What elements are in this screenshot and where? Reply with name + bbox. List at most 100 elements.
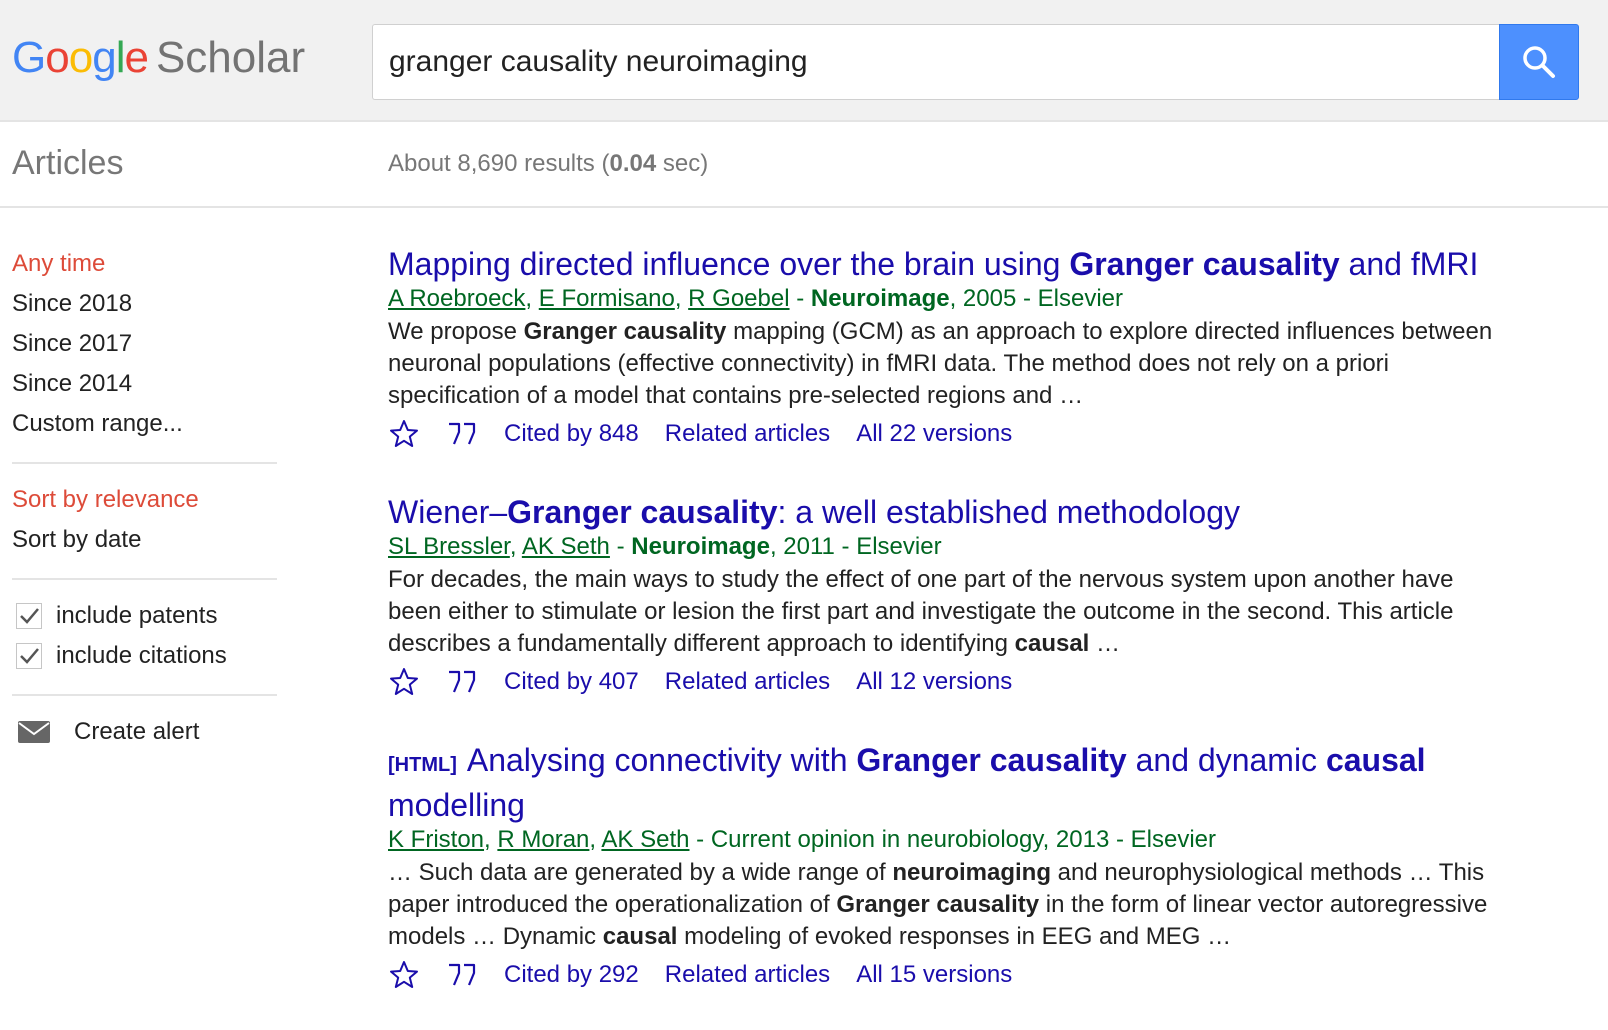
star-icon (390, 420, 418, 447)
author-link[interactable]: R Goebel (688, 285, 789, 312)
author-link[interactable]: K Friston (388, 826, 484, 853)
author-link[interactable]: AK Seth (601, 826, 689, 853)
year-publisher: , 2013 - Elsevier (1042, 826, 1217, 853)
author-link[interactable]: R Moran (497, 826, 589, 853)
google-scholar-logo[interactable]: Google Scholar (12, 30, 305, 86)
logo-scholar-text: Scholar (155, 33, 306, 82)
related-articles-link[interactable]: Related articles (665, 961, 830, 989)
logo-letter: o (68, 33, 94, 82)
stats-suffix: sec) (656, 150, 709, 177)
result-meta: A Roebroeck, E Formisano, R Goebel - Neu… (388, 284, 1558, 314)
include-citations-checkbox[interactable] (16, 643, 42, 669)
cite-button[interactable] (446, 666, 478, 698)
result-meta: SL Bressler, AK Seth - Neuroimage, 2011 … (388, 532, 1558, 562)
star-icon (390, 668, 418, 695)
divider (12, 578, 277, 580)
snippet-fragment: For decades, the main ways to study the … (388, 566, 1454, 657)
result-actions: Cited by 292 Related articles All 15 versi… (388, 955, 1558, 995)
result-title[interactable]: [HTML] Analysing connectivity with Grange… (388, 740, 1558, 825)
author-link[interactable]: A Roebroeck (388, 285, 525, 312)
snippet-fragment: We propose (388, 318, 524, 345)
source-separator: - (689, 826, 711, 853)
source-separator: - (789, 285, 811, 312)
include-citations-toggle[interactable]: include citations (12, 636, 277, 676)
snippet-fragment: Granger causality (836, 891, 1040, 918)
result-snippet: For decades, the main ways to study the … (388, 564, 1498, 660)
sort-option-0[interactable]: Sort by relevance (12, 480, 277, 520)
quote-icon (449, 963, 476, 986)
divider (12, 462, 277, 464)
author-link[interactable]: E Formisano (539, 285, 675, 312)
time-filter-4[interactable]: Custom range... (12, 404, 277, 444)
source-separator: - (609, 533, 632, 560)
result-actions: Cited by 848 Related articles All 22 versi… (388, 414, 1558, 454)
search-icon (1523, 46, 1555, 78)
create-alert-button[interactable]: Create alert (12, 712, 277, 752)
sort-options: Sort by relevance Sort by date (12, 480, 277, 560)
checkmark-icon (20, 608, 39, 624)
save-button[interactable] (388, 666, 420, 698)
snippet-fragment: causal (602, 923, 678, 950)
author-separator: , (589, 826, 602, 853)
year-publisher: , 2005 - Elsevier (949, 285, 1123, 312)
cited-by-link[interactable]: Cited by 407 (504, 668, 639, 696)
author-link[interactable]: SL Bressler (388, 533, 510, 560)
result-title[interactable]: Wiener–Granger causality: a well establi… (388, 492, 1558, 532)
search-box (372, 24, 1499, 100)
author-separator: , (525, 285, 539, 312)
result-actions: Cited by 407 Related articles All 12 versi… (388, 662, 1558, 702)
quote-icon (449, 670, 476, 693)
title-fragment: Granger causality (856, 742, 1127, 778)
star-icon (390, 961, 418, 988)
save-button[interactable] (388, 959, 420, 991)
divider (12, 694, 277, 696)
logo-letter: G (12, 33, 46, 82)
snippet-fragment: Granger causality (523, 318, 727, 345)
author-separator: , (509, 533, 522, 560)
time-filters: Any time Since 2018 Since 2017 Since 2014 Cu… (12, 244, 277, 444)
title-fragment: : a well established methodology (777, 494, 1241, 530)
title-fragment: modelling (388, 787, 525, 823)
result-meta: K Friston, R Moran, AK Seth - Current op… (388, 825, 1558, 855)
journal-name: Neuroimage (810, 285, 950, 312)
title-fragment: causal (1325, 742, 1426, 778)
snippet-fragment: neuroimaging (892, 859, 1051, 886)
cited-by-link[interactable]: Cited by 848 (504, 420, 639, 448)
author-separator: , (674, 285, 689, 312)
result-item: Mapping directed influence over the brai… (388, 244, 1558, 454)
cite-button[interactable] (446, 418, 478, 450)
include-patents-checkbox[interactable] (16, 603, 42, 629)
year-publisher: , 2011 - Elsevier (769, 533, 942, 560)
time-filter-3[interactable]: Since 2014 (12, 364, 277, 404)
time-filter-2[interactable]: Since 2017 (12, 324, 277, 364)
all-versions-link[interactable]: All 12 versions (856, 668, 1012, 696)
include-patents-label: include patents (56, 602, 218, 629)
sort-option-1[interactable]: Sort by date (12, 520, 277, 560)
search-input[interactable] (389, 25, 1479, 99)
author-link[interactable]: AK Seth (522, 533, 610, 560)
save-button[interactable] (388, 418, 420, 450)
related-articles-link[interactable]: Related articles (665, 668, 830, 696)
include-citations-label: include citations (56, 642, 227, 669)
search-button[interactable] (1499, 24, 1579, 100)
title-fragment: and fMRI (1339, 246, 1479, 282)
all-versions-link[interactable]: All 15 versions (856, 961, 1012, 989)
results-bar: Articles About 8,690 results (0.04 sec) (0, 122, 1608, 208)
stats-prefix: About 8,690 results ( (388, 150, 610, 177)
include-patents-toggle[interactable]: include patents (12, 596, 277, 636)
result-title[interactable]: Mapping directed influence over the brai… (388, 244, 1558, 284)
all-versions-link[interactable]: All 22 versions (856, 420, 1012, 448)
time-filter-1[interactable]: Since 2018 (12, 284, 277, 324)
title-fragment: Granger causality (507, 494, 778, 530)
result-snippet: … Such data are generated by a wide rang… (388, 857, 1498, 953)
quote-icon (449, 422, 476, 445)
section-title: Articles (12, 144, 124, 182)
related-articles-link[interactable]: Related articles (665, 420, 830, 448)
title-fragment: Analysing connectivity with (466, 742, 857, 778)
time-filter-0[interactable]: Any time (12, 244, 277, 284)
journal-name: Neuroimage (631, 533, 770, 560)
envelope-icon (18, 721, 50, 743)
logo-letter: e (124, 33, 149, 82)
cite-button[interactable] (446, 959, 478, 991)
cited-by-link[interactable]: Cited by 292 (504, 961, 639, 989)
